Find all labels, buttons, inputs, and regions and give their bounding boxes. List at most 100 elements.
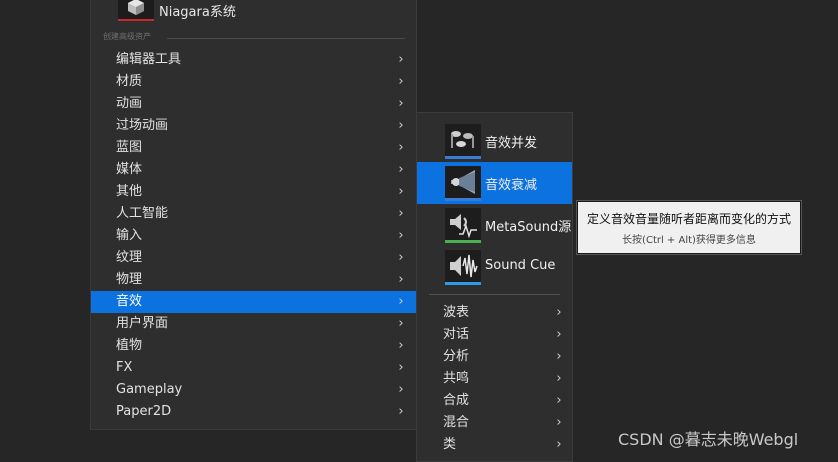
niagara-system-label: Niagara系统 xyxy=(159,5,236,20)
chevron-right-icon: › xyxy=(556,415,562,430)
menu-item[interactable]: 输入 › xyxy=(91,225,416,247)
tooltip-title: 定义音效音量随听者距离而变化的方式 xyxy=(586,212,791,226)
audio-asset-label: 音效衰减 xyxy=(485,178,538,193)
menu-item[interactable]: Paper2D › xyxy=(91,401,416,423)
menu-item-label: 物理 xyxy=(116,272,143,287)
audio-category-label: 合成 xyxy=(443,393,470,408)
chevron-right-icon: › xyxy=(556,327,562,342)
menu-item-label: 材质 xyxy=(116,74,143,89)
chevron-right-icon: › xyxy=(556,393,562,408)
audio-category-item[interactable]: 分析 › xyxy=(417,346,572,368)
menu-item-label: 媒体 xyxy=(116,162,143,177)
menu-item-label: 过场动画 xyxy=(116,118,169,133)
menu-item-label: 编辑器工具 xyxy=(116,52,182,67)
menu-item-label: 输入 xyxy=(116,228,143,243)
menu-item-label: Gameplay xyxy=(116,382,183,397)
audio-category-item[interactable]: 合成 › xyxy=(417,390,572,412)
chevron-right-icon: › xyxy=(398,250,404,265)
menu-item[interactable]: 人工智能 › xyxy=(91,203,416,225)
menu-item-label: 蓝图 xyxy=(116,140,143,155)
audio-asset-item[interactable]: MetaSound源 xyxy=(417,204,572,246)
menu-item[interactable]: 蓝图 › xyxy=(91,137,416,159)
menu-item-label: 纹理 xyxy=(116,250,143,265)
menu-item[interactable]: Gameplay › xyxy=(91,379,416,401)
audio-asset-label: MetaSound源 xyxy=(485,220,572,235)
audio-category-label: 对话 xyxy=(443,327,470,342)
menu-item-label: 用户界面 xyxy=(116,316,169,331)
submenu-divider xyxy=(429,294,560,295)
menu-item[interactable]: 媒体 › xyxy=(91,159,416,181)
menu-item[interactable]: 其他 › xyxy=(91,181,416,203)
chevron-right-icon: › xyxy=(398,404,404,419)
asset-type-color-bar xyxy=(445,282,481,285)
audio-category-label: 类 xyxy=(443,437,457,452)
audio-category-label: 共鸣 xyxy=(443,371,470,386)
asset-type-color-bar xyxy=(445,198,481,201)
chevron-right-icon: › xyxy=(398,74,404,89)
cube-icon xyxy=(128,0,144,15)
menu-item-label: FX xyxy=(116,360,133,375)
menu-item[interactable]: FX › xyxy=(91,357,416,379)
asset-type-color-bar xyxy=(445,156,481,159)
menu-item[interactable]: 纹理 › xyxy=(91,247,416,269)
audio-asset-item[interactable]: 音效并发 xyxy=(417,120,572,162)
menu-item-label: 植物 xyxy=(116,338,143,353)
tooltip: 定义音效音量随听者距离而变化的方式 长按(Ctrl + Alt)获得更多信息 xyxy=(577,201,801,254)
audio-category-item[interactable]: 混合 › xyxy=(417,412,572,434)
audio-category-label: 波表 xyxy=(443,305,470,320)
audio-category-item[interactable]: 对话 › xyxy=(417,324,572,346)
menu-item-label: Paper2D xyxy=(116,404,172,419)
audio-category-label: 分析 xyxy=(443,349,470,364)
chevron-right-icon: › xyxy=(398,52,404,67)
niagara-system-item[interactable]: Niagara系统 xyxy=(118,0,378,25)
chevron-right-icon: › xyxy=(398,360,404,375)
audio-asset-item[interactable]: 音效衰减 xyxy=(417,162,572,204)
chevron-right-icon: › xyxy=(398,338,404,353)
chevron-right-icon: › xyxy=(556,349,562,364)
chevron-right-icon: › xyxy=(398,140,404,155)
chevron-right-icon: › xyxy=(398,228,404,243)
menu-item-label: 人工智能 xyxy=(116,206,169,221)
chevron-right-icon: › xyxy=(398,316,404,331)
sound-cue-icon xyxy=(445,250,481,285)
tooltip-hint: 长按(Ctrl + Alt)获得更多信息 xyxy=(622,235,756,246)
menu-item[interactable]: 物理 › xyxy=(91,269,416,291)
section-divider xyxy=(167,38,405,39)
chevron-right-icon: › xyxy=(398,184,404,199)
menu-item[interactable]: 编辑器工具 › xyxy=(91,49,416,71)
menu-item[interactable]: 用户界面 › xyxy=(91,313,416,335)
chevron-right-icon: › xyxy=(398,162,404,177)
content-browser-add-menu: Niagara系统 创建高级资产 编辑器工具 › 材质 › 动画 › 过场动画 › 蓝图 › 媒体 ›… xyxy=(90,0,417,430)
attenuation-icon xyxy=(445,166,481,201)
menu-item[interactable]: 动画 › xyxy=(91,93,416,115)
chevron-right-icon: › xyxy=(556,437,562,452)
watermark: CSDN @暮志未晚Webgl xyxy=(618,430,799,449)
chevron-right-icon: › xyxy=(398,96,404,111)
menu-item-label: 音效 xyxy=(116,294,143,309)
section-header-advanced-assets: 创建高级资产 xyxy=(103,31,405,45)
niagara-thumbnail xyxy=(118,0,154,21)
asset-type-color-bar xyxy=(445,240,481,243)
chevron-right-icon: › xyxy=(398,294,404,309)
metasound-icon xyxy=(445,208,481,243)
chevron-right-icon: › xyxy=(398,382,404,397)
concurrency-icon xyxy=(445,124,481,159)
menu-item[interactable]: 音效 › xyxy=(91,291,416,313)
audio-asset-item[interactable]: Sound Cue xyxy=(417,246,572,288)
audio-category-item[interactable]: 波表 › xyxy=(417,302,572,324)
chevron-right-icon: › xyxy=(556,371,562,386)
audio-category-item[interactable]: 类 › xyxy=(417,434,572,456)
section-title: 创建高级资产 xyxy=(103,32,151,41)
audio-asset-label: Sound Cue xyxy=(485,258,556,273)
menu-item[interactable]: 材质 › xyxy=(91,71,416,93)
menu-item[interactable]: 过场动画 › xyxy=(91,115,416,137)
audio-asset-label: 音效并发 xyxy=(485,136,538,151)
audio-category-label: 混合 xyxy=(443,415,470,430)
chevron-right-icon: › xyxy=(556,305,562,320)
chevron-right-icon: › xyxy=(398,118,404,133)
audio-submenu: 音效并发音效衰减 MetaSound源 Sound Cue 波表 › 对话 › 分析 › 共鸣 ›… xyxy=(416,112,573,462)
menu-item[interactable]: 植物 › xyxy=(91,335,416,357)
chevron-right-icon: › xyxy=(398,206,404,221)
menu-item-label: 其他 xyxy=(116,184,143,199)
audio-category-item[interactable]: 共鸣 › xyxy=(417,368,572,390)
